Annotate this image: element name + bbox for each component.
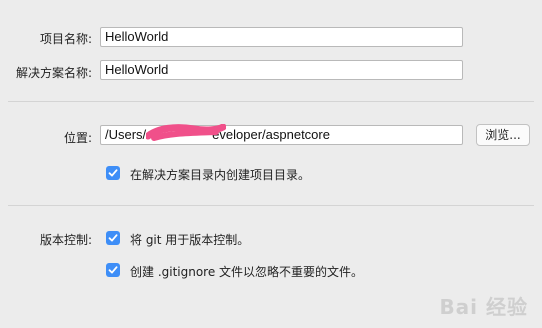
project-name-input[interactable]: HelloWorld xyxy=(100,27,463,47)
checkmark-icon xyxy=(108,169,118,177)
checkmark-icon xyxy=(108,234,118,242)
location-path-prefix: /Users/ xyxy=(105,127,147,142)
redaction-scribble xyxy=(146,124,226,141)
separator xyxy=(8,205,534,206)
create-in-solution-dir-checkbox[interactable] xyxy=(106,166,120,180)
solution-name-input[interactable]: HelloWorld xyxy=(100,60,463,80)
use-git-label: 将 git 用于版本控制。 xyxy=(130,233,250,247)
checkmark-icon xyxy=(108,266,118,274)
use-git-checkbox[interactable] xyxy=(106,231,120,245)
gitignore-label: 创建 .gitignore 文件以忽略不重要的文件。 xyxy=(130,265,364,279)
browse-button[interactable]: 浏览... xyxy=(476,124,530,146)
version-control-label: 版本控制: xyxy=(39,233,92,247)
location-path-suffix: eveloper/aspnetcore xyxy=(212,127,330,142)
create-in-solution-dir-label: 在解决方案目录内创建项目目录。 xyxy=(130,168,311,182)
gitignore-checkbox[interactable] xyxy=(106,263,120,277)
project-name-label: 项目名称: xyxy=(39,32,92,46)
location-label: 位置: xyxy=(63,131,92,145)
separator xyxy=(8,101,534,102)
baidu-watermark: Bai 经验 xyxy=(439,295,528,319)
solution-name-label: 解决方案名称: xyxy=(15,66,92,80)
